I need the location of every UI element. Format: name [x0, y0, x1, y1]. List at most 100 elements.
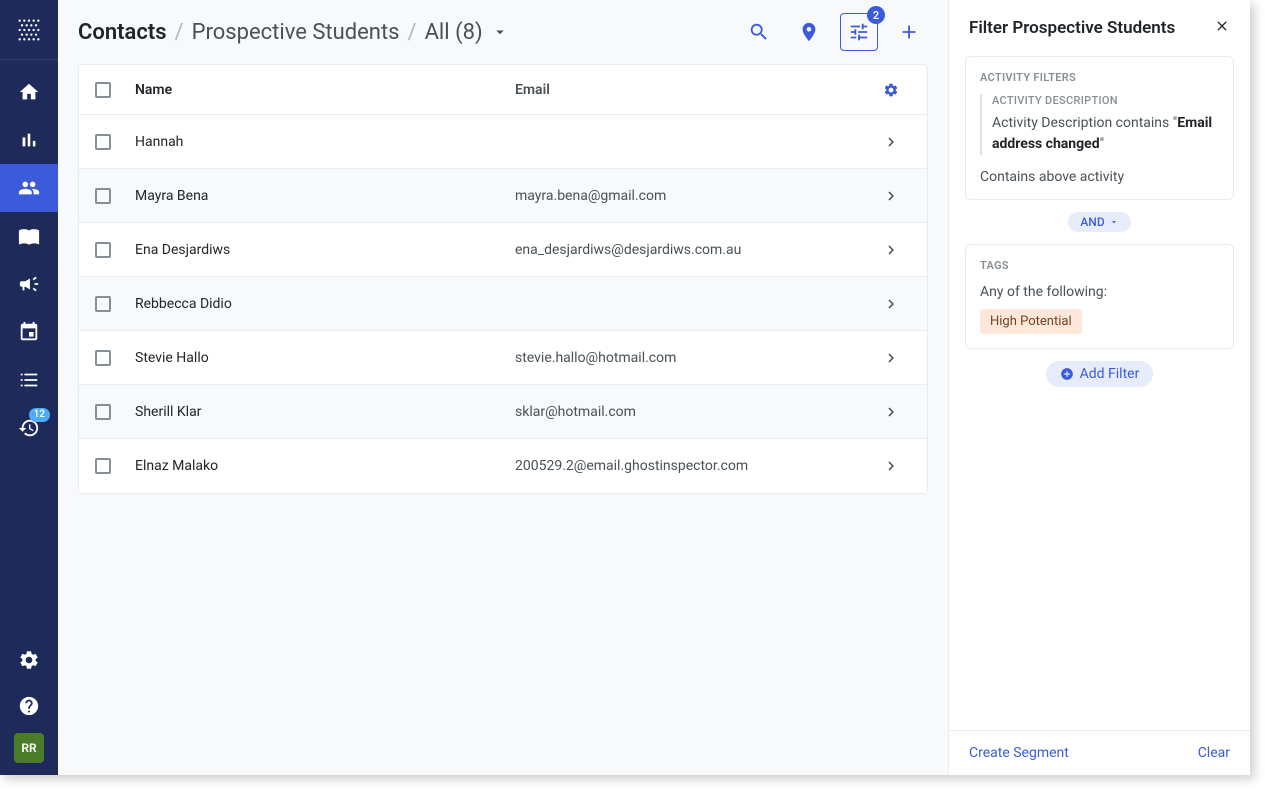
logo-icon	[15, 16, 43, 44]
row-email: ena_desjardiws@desjardiws.com.au	[515, 242, 871, 258]
filter-operator-chip[interactable]: AND	[1068, 212, 1130, 232]
sidebar-item-contacts[interactable]	[0, 164, 58, 212]
row-open-button[interactable]	[871, 349, 911, 367]
row-open-button[interactable]	[871, 133, 911, 151]
calendar-icon	[18, 321, 40, 343]
row-checkbox[interactable]	[95, 404, 111, 420]
row-open-button[interactable]	[871, 187, 911, 205]
avatar[interactable]: RR	[14, 733, 44, 763]
row-email: 200529.2@email.ghostinspector.com	[515, 458, 871, 474]
chevron-down-icon	[1109, 217, 1119, 227]
activity-description-label: ACTIVITY DESCRIPTION	[992, 94, 1219, 107]
close-icon	[1214, 18, 1230, 34]
row-name: Elnaz Malako	[135, 458, 515, 474]
tag-chip: High Potential	[980, 309, 1082, 334]
filter-button[interactable]: 2	[840, 13, 878, 51]
sidebar-item-campaign[interactable]	[0, 260, 58, 308]
breadcrumb-last[interactable]: All (8)	[425, 20, 483, 45]
table-row[interactable]: Sherill Klar sklar@hotmail.com	[79, 385, 927, 439]
sidebar-item-calendar[interactable]	[0, 308, 58, 356]
activity-filter-footer: Contains above activity	[980, 169, 1219, 185]
tags-filter-card[interactable]: TAGS Any of the following: High Potentia…	[965, 244, 1234, 349]
chevron-right-icon	[882, 457, 900, 475]
search-button[interactable]	[740, 13, 778, 51]
table-header: Name Email	[79, 65, 927, 115]
table-row[interactable]: Elnaz Malako 200529.2@email.ghostinspect…	[79, 439, 927, 493]
chevron-right-icon	[882, 295, 900, 313]
row-email: stevie.hallo@hotmail.com	[515, 350, 871, 366]
column-header-name[interactable]: Name	[135, 82, 515, 98]
table-settings-button[interactable]	[871, 82, 911, 98]
activity-badge: 12	[29, 408, 50, 422]
close-button[interactable]	[1214, 18, 1230, 38]
activity-filter-label: ACTIVITY FILTERS	[980, 71, 1219, 84]
select-all-checkbox[interactable]	[95, 82, 111, 98]
sidebar-item-settings[interactable]	[0, 637, 58, 683]
table-row[interactable]: Hannah	[79, 115, 927, 169]
table-row[interactable]: Rebbecca Didio	[79, 277, 927, 331]
location-icon	[798, 21, 820, 43]
breadcrumb: Contacts / Prospective Students / All (8…	[78, 20, 509, 45]
row-checkbox[interactable]	[95, 350, 111, 366]
sidebar-item-tasks[interactable]	[0, 356, 58, 404]
plus-icon	[898, 21, 920, 43]
checklist-icon	[18, 369, 40, 391]
plus-circle-icon	[1060, 367, 1074, 381]
chart-icon	[18, 129, 40, 151]
sidebar-item-home[interactable]	[0, 68, 58, 116]
filter-panel-title: Filter Prospective Students	[969, 18, 1175, 38]
add-filter-button[interactable]: Add Filter	[1046, 361, 1154, 387]
row-name: Ena Desjardiws	[135, 242, 515, 258]
clear-button[interactable]: Clear	[1198, 745, 1230, 761]
contacts-table: Name Email Hannah Mayra Bena mayra.bena@…	[78, 64, 928, 494]
chevron-right-icon	[882, 133, 900, 151]
sidebar-item-knowledge[interactable]	[0, 212, 58, 260]
row-checkbox[interactable]	[95, 134, 111, 150]
filter-icon	[848, 21, 870, 43]
activity-filter-card[interactable]: ACTIVITY FILTERS ACTIVITY DESCRIPTION Ac…	[965, 56, 1234, 200]
header: Contacts / Prospective Students / All (8…	[58, 0, 948, 64]
logo[interactable]	[0, 0, 58, 60]
row-open-button[interactable]	[871, 241, 911, 259]
sidebar-item-activity[interactable]: 12	[0, 404, 58, 452]
home-icon	[18, 81, 40, 103]
row-name: Sherill Klar	[135, 404, 515, 420]
table-row[interactable]: Ena Desjardiws ena_desjardiws@desjardiws…	[79, 223, 927, 277]
sidebar-item-analytics[interactable]	[0, 116, 58, 164]
row-name: Hannah	[135, 134, 515, 150]
help-icon	[18, 695, 40, 717]
row-open-button[interactable]	[871, 295, 911, 313]
chevron-right-icon	[882, 187, 900, 205]
row-name: Stevie Hallo	[135, 350, 515, 366]
table-row[interactable]: Mayra Bena mayra.bena@gmail.com	[79, 169, 927, 223]
row-checkbox[interactable]	[95, 458, 111, 474]
row-email: sklar@hotmail.com	[515, 404, 871, 420]
megaphone-icon	[18, 273, 40, 295]
create-segment-button[interactable]: Create Segment	[969, 745, 1069, 761]
breadcrumb-mid[interactable]: Prospective Students	[192, 20, 400, 45]
add-button[interactable]	[890, 13, 928, 51]
row-checkbox[interactable]	[95, 242, 111, 258]
column-header-email[interactable]: Email	[515, 82, 871, 98]
filter-count-badge: 2	[867, 6, 885, 24]
sidebar-item-help[interactable]	[0, 683, 58, 729]
row-checkbox[interactable]	[95, 188, 111, 204]
location-button[interactable]	[790, 13, 828, 51]
row-email: mayra.bena@gmail.com	[515, 188, 871, 204]
chevron-right-icon	[882, 241, 900, 259]
people-icon	[18, 177, 40, 199]
row-name: Rebbecca Didio	[135, 296, 515, 312]
row-open-button[interactable]	[871, 457, 911, 475]
row-checkbox[interactable]	[95, 296, 111, 312]
table-row[interactable]: Stevie Hallo stevie.hallo@hotmail.com	[79, 331, 927, 385]
search-icon	[748, 21, 770, 43]
chevron-right-icon	[882, 403, 900, 421]
gear-icon	[18, 649, 40, 671]
breadcrumb-root[interactable]: Contacts	[78, 20, 167, 45]
row-open-button[interactable]	[871, 403, 911, 421]
row-name: Mayra Bena	[135, 188, 515, 204]
filter-panel: Filter Prospective Students ACTIVITY FIL…	[948, 0, 1250, 775]
chevron-down-icon[interactable]	[491, 23, 509, 41]
sidebar: 12 RR	[0, 0, 58, 775]
activity-description-text: Activity Description contains "Email add…	[992, 113, 1219, 155]
